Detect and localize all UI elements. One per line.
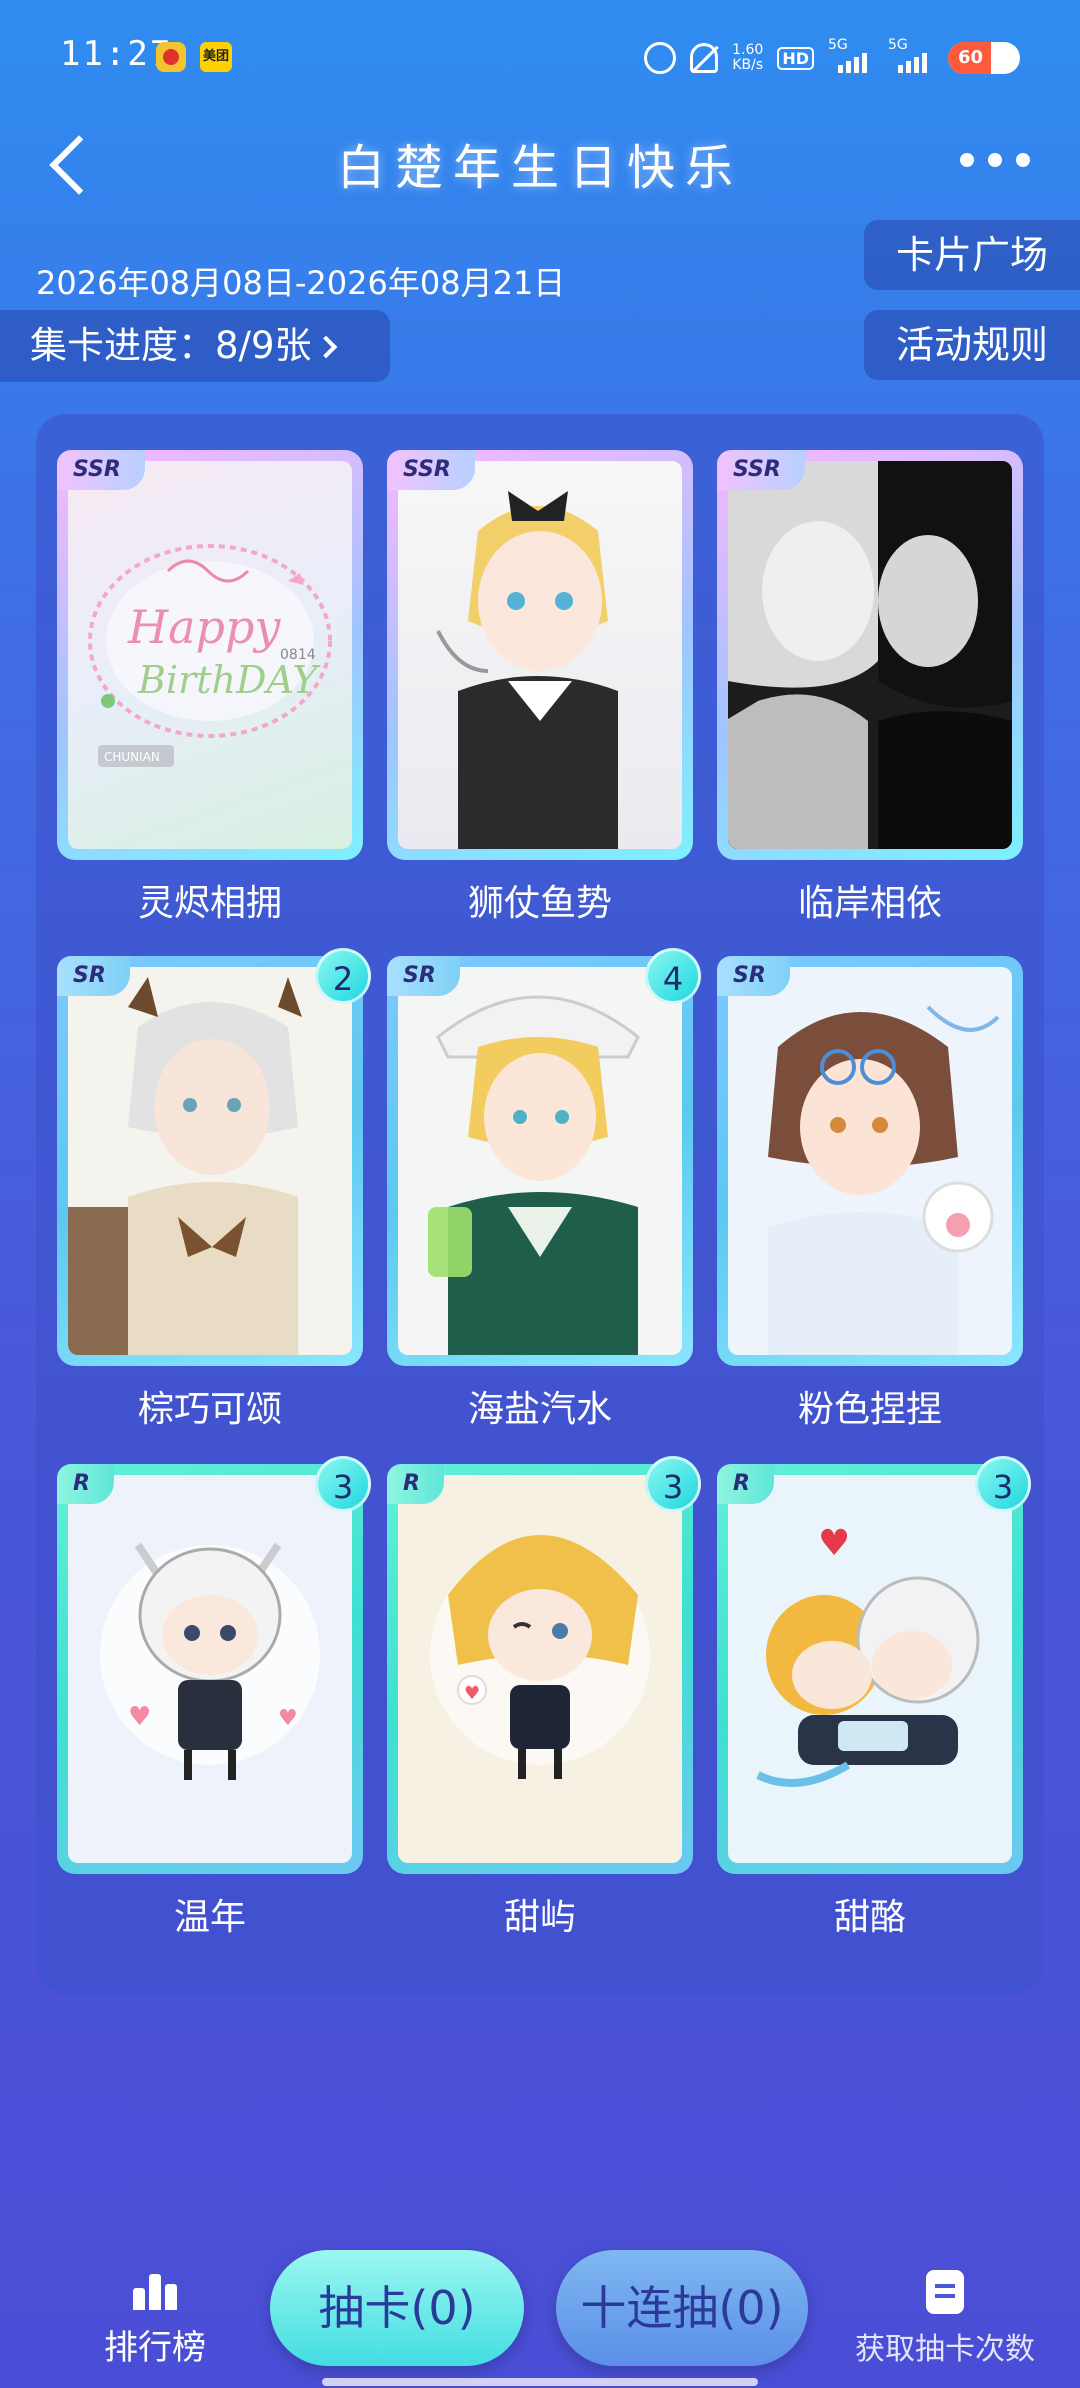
card-art (398, 967, 682, 1355)
rarity-badge: R (717, 1464, 774, 1504)
character-illustration (728, 461, 1012, 849)
card-count-badge: 3 (315, 1456, 371, 1512)
card-item[interactable]: ♥ R 3 (387, 1456, 701, 1874)
alarm-icon (644, 42, 677, 74)
activity-rules-button[interactable]: 活动规则 (864, 310, 1080, 380)
card-item[interactable]: Happy BirthDAY 0814 CHUNIAN SSR (57, 450, 363, 860)
card-art-birthday: BirthDAY (137, 658, 321, 702)
card-name: 甜屿 (503, 1897, 576, 1938)
rarity-badge: R (387, 1464, 444, 1504)
weibo-icon (156, 42, 186, 72)
card-art: ♥ (728, 1475, 1012, 1863)
svg-text:♥: ♥ (278, 1706, 298, 1731)
rarity-badge: SR (387, 956, 460, 996)
network-speed-unit: KB/s (732, 57, 764, 73)
rarity-badge: R (57, 1464, 114, 1504)
card-art: ♥ ♥ (68, 1475, 352, 1863)
more-button[interactable] (952, 140, 1038, 180)
collection-progress-label: 集卡进度：8/9张 (30, 324, 312, 367)
network-speed: 1.60 KB/s (732, 43, 763, 73)
draw-card-button[interactable]: 抽卡(0) (270, 2250, 524, 2366)
leaderboard-icon (133, 2270, 177, 2310)
meituan-icon: 美团 (200, 42, 232, 72)
rarity-badge: SR (717, 956, 790, 996)
card-name: 狮仗鱼势 (467, 883, 612, 924)
card-item[interactable]: ♥ R 3 (717, 1456, 1031, 1874)
rarity-badge: SSR (387, 450, 475, 490)
ten-draw-button[interactable]: 十连抽(0) (556, 2250, 808, 2366)
network-speed-value: 1.60 (732, 42, 764, 58)
bottom-action-bar: 排行榜 抽卡(0) 十连抽(0) 获取抽卡次数 (0, 2220, 1080, 2388)
document-icon (926, 2270, 964, 2314)
card-count-badge: 4 (645, 948, 701, 1004)
card-art-happy: Happy (127, 600, 281, 654)
card-name: 灵烬相拥 (137, 883, 282, 924)
leaderboard-button[interactable]: 排行榜 (80, 2270, 230, 2380)
card-art (68, 967, 352, 1355)
battery-level: 60 (958, 47, 984, 68)
mute-icon (690, 43, 719, 73)
card-art-chunian: CHUNIAN (104, 750, 160, 764)
card-item[interactable]: SR (717, 956, 1023, 1366)
character-illustration: ♥ ♥ (100, 1542, 320, 1780)
card-name: 粉色捏捏 (797, 1389, 942, 1430)
collection-progress[interactable]: 集卡进度：8/9张 (0, 310, 390, 382)
card-item[interactable]: ♥ ♥ R 3 (57, 1456, 371, 1874)
card-name: 棕巧可颂 (137, 1389, 282, 1430)
character-illustration: ♥ (756, 1523, 980, 1787)
card-name: 海盐汽水 (467, 1389, 612, 1430)
card-art: Happy BirthDAY 0814 CHUNIAN (68, 461, 352, 849)
signal-label: 5G (828, 37, 848, 53)
card-item[interactable]: SR 4 (387, 948, 701, 1366)
card-art: ♥ (398, 1475, 682, 1863)
rarity-badge: SSR (717, 450, 805, 490)
character-illustration (428, 995, 640, 1355)
character-illustration: ♥ (430, 1535, 650, 1779)
home-indicator (322, 2378, 758, 2386)
rarity-badge: SSR (57, 450, 145, 490)
signal-icon: 5G (828, 37, 874, 73)
card-count-badge: 3 (645, 1456, 701, 1512)
card-art (728, 461, 1012, 849)
card-count-badge: 3 (975, 1456, 1031, 1512)
status-bar: 11:27 美团 1.60 KB/s HD 5G 5G 60 (0, 0, 1080, 118)
get-draws-label: 获取抽卡次数 (855, 2332, 1035, 2367)
status-icons: 1.60 KB/s HD 5G 5G 60 (644, 37, 1020, 78)
card-art (728, 967, 1012, 1355)
character-illustration (68, 977, 302, 1355)
leaderboard-label: 排行榜 (104, 2328, 206, 2368)
card-item[interactable]: SSR (387, 450, 693, 860)
card-name: 甜酪 (833, 1897, 906, 1938)
character-illustration (436, 491, 618, 849)
signal-icon: 5G (888, 37, 934, 73)
svg-text:♥: ♥ (818, 1523, 850, 1564)
card-square-button[interactable]: 卡片广场 (864, 220, 1080, 290)
card-art (398, 461, 682, 849)
card-item[interactable]: SSR (717, 450, 1023, 860)
chevron-right-icon (314, 335, 337, 359)
rarity-badge: SR (57, 956, 130, 996)
card-item[interactable]: SR 2 (57, 948, 371, 1366)
hd-icon: HD (777, 46, 814, 70)
card-grid: Happy BirthDAY 0814 CHUNIAN SSR 灵烬相拥 SSR… (36, 414, 1044, 1994)
card-name: 临岸相依 (797, 883, 942, 924)
get-draws-button[interactable]: 获取抽卡次数 (830, 2270, 1060, 2380)
card-count-badge: 2 (315, 948, 371, 1004)
svg-text:♥: ♥ (128, 1702, 151, 1732)
battery-icon: 60 (948, 42, 1020, 74)
card-art-number: 0814 (280, 647, 316, 663)
character-illustration (768, 1005, 1000, 1355)
svg-text:♥: ♥ (464, 1683, 480, 1704)
event-date-range: 2026年08月08日-2026年08月21日 (36, 264, 566, 302)
page-title: 白楚年生日快乐 (336, 140, 743, 196)
birthday-card-illustration: Happy BirthDAY 0814 CHUNIAN (88, 544, 332, 767)
signal-label: 5G (888, 37, 908, 53)
card-name: 温年 (173, 1897, 246, 1938)
